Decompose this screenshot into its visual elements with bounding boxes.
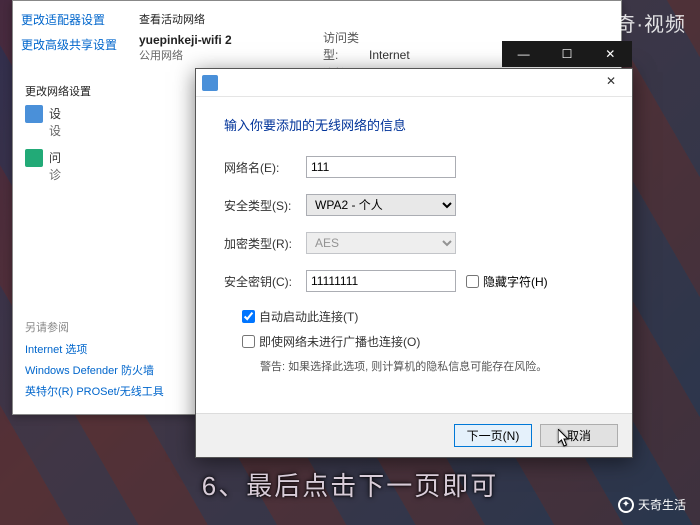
link-intel-proset[interactable]: 英特尔(R) PROSet/无线工具 bbox=[25, 383, 164, 399]
setup-new-connection-item[interactable]: 设 设 bbox=[25, 105, 91, 139]
wizard-instruction: 输入你要添加的无线网络的信息 bbox=[224, 115, 604, 134]
link-internet-options[interactable]: Internet 选项 bbox=[25, 341, 164, 357]
wizard-window-controls: ✕ bbox=[590, 69, 632, 93]
troubleshoot-item[interactable]: 问 诊 bbox=[25, 149, 91, 183]
see-also-section: 另请参阅 Internet 选项 Windows Defender 防火墙 英特… bbox=[25, 319, 164, 404]
link-adapter-settings[interactable]: 更改适配器设置 bbox=[21, 11, 117, 28]
mouse-cursor bbox=[558, 429, 572, 449]
close-button[interactable]: ✕ bbox=[590, 69, 632, 93]
watermark-top-right: 天奇·视频 bbox=[594, 8, 686, 37]
connect-hidden-label: 即使网络未进行广播也连接(O) bbox=[259, 333, 420, 350]
wizard-title-controls-dark: ― ☐ ✕ bbox=[502, 41, 632, 67]
security-type-label: 安全类型(S): bbox=[224, 197, 306, 214]
access-type-label: 访问类型: bbox=[323, 29, 369, 63]
wizard-titlebar bbox=[196, 69, 632, 97]
change-settings-heading: 更改网络设置 bbox=[25, 83, 91, 99]
hide-characters-label: 隐藏字符(H) bbox=[483, 273, 548, 290]
troubleshoot-title: 问 bbox=[49, 149, 61, 166]
setup-icon bbox=[25, 105, 43, 123]
link-defender-firewall[interactable]: Windows Defender 防火墙 bbox=[25, 362, 164, 378]
link-advanced-sharing[interactable]: 更改高级共享设置 bbox=[21, 36, 117, 53]
setup-title: 设 bbox=[49, 105, 61, 122]
minimize-button[interactable]: ― bbox=[502, 41, 545, 67]
add-wireless-network-wizard: ― ☐ ✕ ✕ 输入你要添加的无线网络的信息 网络名(E): 安全类型(S): … bbox=[195, 68, 633, 458]
video-subtitle: 6、最后点击下一页即可 bbox=[202, 466, 498, 503]
watermark-bottom-right: ✦ 天奇生活 bbox=[618, 496, 686, 513]
troubleshoot-desc: 诊 bbox=[49, 166, 61, 183]
auto-start-label: 自动启动此连接(T) bbox=[259, 308, 358, 325]
tianqi-logo-icon: ✦ bbox=[618, 497, 634, 513]
network-name-input[interactable] bbox=[306, 156, 456, 178]
encryption-type-select[interactable]: AES bbox=[306, 232, 456, 254]
hide-characters-checkbox[interactable] bbox=[466, 275, 479, 288]
active-networks-heading: 查看活动网络 bbox=[139, 11, 607, 27]
encryption-type-label: 加密类型(R): bbox=[224, 235, 306, 252]
setup-desc: 设 bbox=[49, 122, 61, 139]
security-key-label: 安全密钥(C): bbox=[224, 273, 306, 290]
maximize-button[interactable]: ☐ bbox=[545, 41, 588, 67]
connect-hidden-checkbox[interactable] bbox=[242, 335, 255, 348]
hidden-network-warning: 警告: 如果选择此选项, 则计算机的隐私信息可能存在风险。 bbox=[260, 358, 604, 374]
see-also-header: 另请参阅 bbox=[25, 319, 164, 335]
security-type-select[interactable]: WPA2 - 个人 bbox=[306, 194, 456, 216]
access-type-value: Internet bbox=[369, 48, 410, 62]
close-button-dark[interactable]: ✕ bbox=[589, 41, 632, 67]
tianqi-brand-text: 天奇生活 bbox=[638, 496, 686, 513]
security-key-input[interactable] bbox=[306, 270, 456, 292]
cancel-button[interactable]: 取消 bbox=[540, 424, 618, 447]
network-name-label: 网络名(E): bbox=[224, 159, 306, 176]
wizard-icon bbox=[202, 75, 218, 91]
next-button[interactable]: 下一页(N) bbox=[454, 424, 532, 447]
troubleshoot-icon bbox=[25, 149, 43, 167]
auto-start-checkbox[interactable] bbox=[242, 310, 255, 323]
